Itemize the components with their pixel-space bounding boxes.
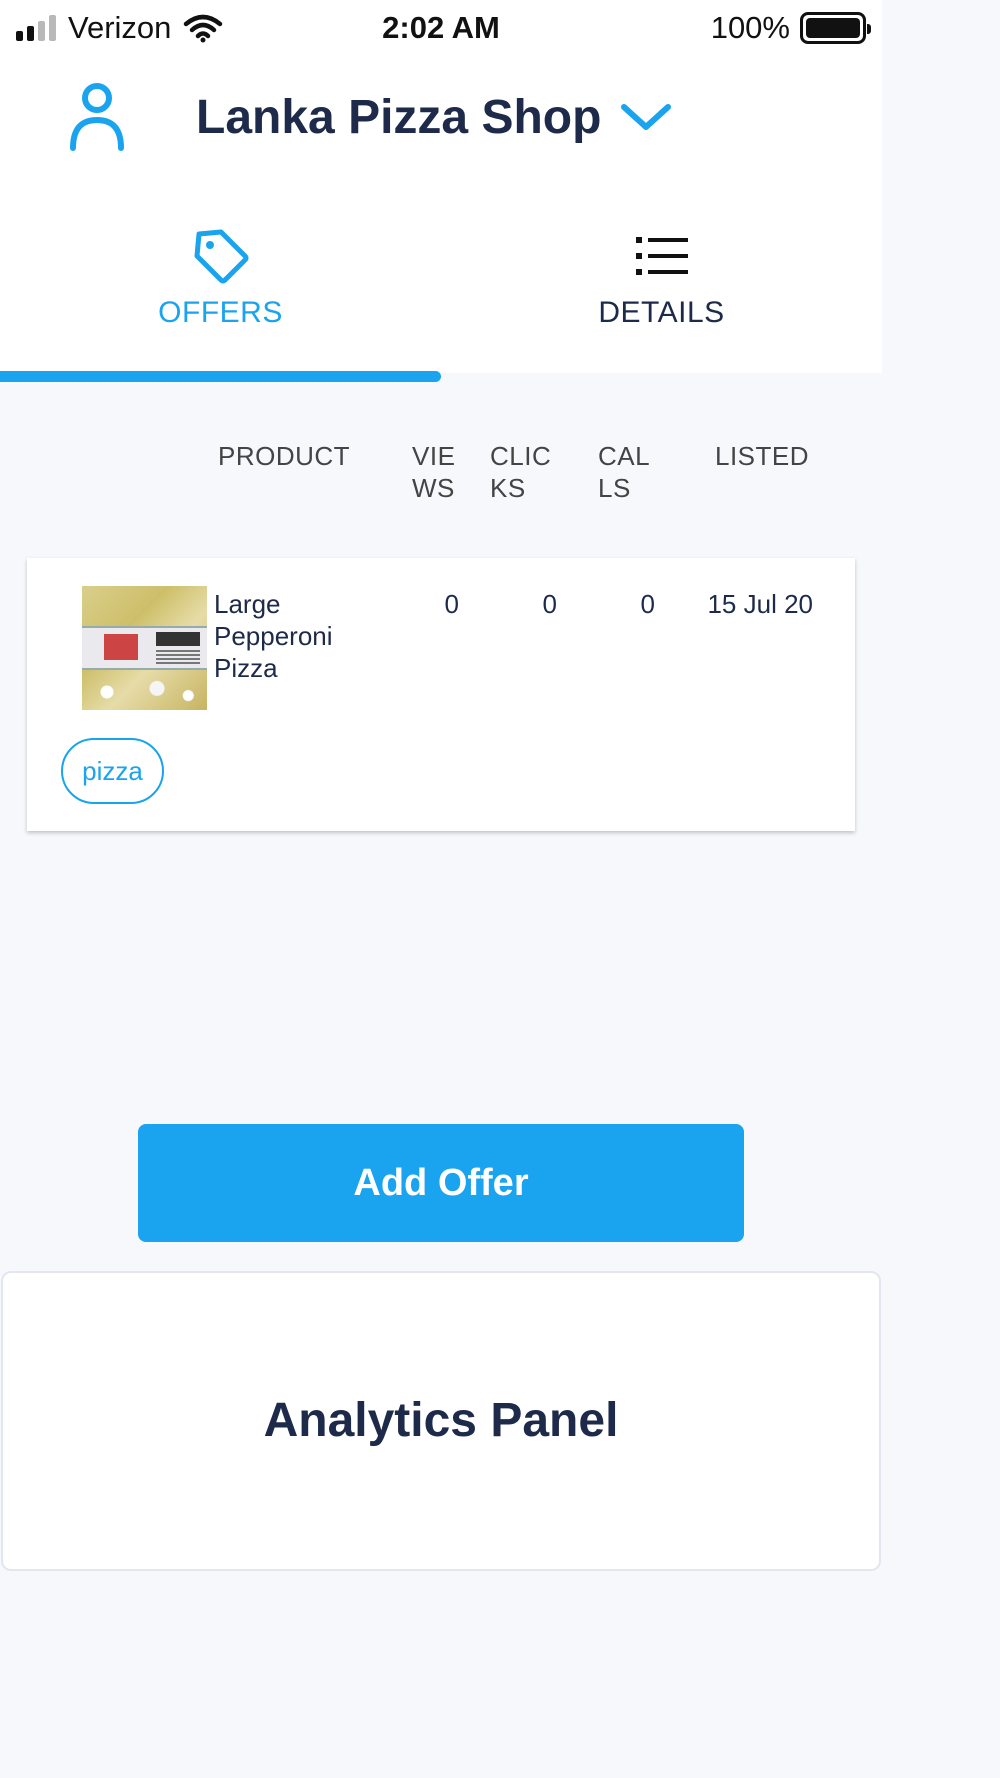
chevron-down-icon[interactable] [620, 102, 672, 132]
column-header-product: PRODUCT [218, 441, 351, 471]
views-count: 0 [444, 589, 459, 619]
battery-percent: 100% [710, 10, 790, 45]
battery-icon [800, 12, 871, 44]
column-header-calls: CAL LS [598, 441, 650, 503]
tag-chip[interactable]: pizza [61, 738, 164, 804]
tag-icon [194, 229, 248, 284]
product-name: Large Pepperoni Pizza [214, 589, 333, 683]
calls-count: 0 [640, 589, 655, 619]
tab-bar: OFFERS DETAILS [0, 178, 882, 373]
tab-offers[interactable]: OFFERS [0, 178, 441, 368]
offer-row-card[interactable]: Large Pepperoni Pizza 0 0 0 15 Jul 20 pi… [27, 558, 855, 831]
column-header-views: VIE WS [412, 441, 456, 503]
app-screen: Verizon 2:02 AM 100% Lanka Pizza Shop OF… [0, 0, 882, 1778]
shop-title[interactable]: Lanka Pizza Shop [196, 90, 601, 145]
thumbnail-package-label [82, 626, 207, 670]
thumbnail-cheese [82, 674, 207, 710]
list-icon [635, 237, 688, 275]
app-header: Lanka Pizza Shop [0, 60, 882, 178]
active-tab-indicator [0, 371, 441, 382]
user-icon[interactable] [68, 82, 126, 152]
tab-details-label: DETAILS [598, 296, 725, 329]
analytics-panel: Analytics Panel [1, 1271, 881, 1571]
battery-level [806, 18, 860, 38]
clicks-count: 0 [542, 589, 557, 619]
status-right: 100% [710, 8, 871, 48]
thumbnail-banner [156, 632, 200, 646]
tab-details[interactable]: DETAILS [441, 178, 882, 368]
product-thumbnail [82, 586, 207, 710]
listed-date: 15 Jul 20 [707, 589, 813, 619]
thumbnail-text-lines [156, 650, 200, 664]
add-offer-button[interactable]: Add Offer [138, 1124, 744, 1242]
status-bar: Verizon 2:02 AM 100% [0, 0, 882, 60]
thumbnail-logo [104, 634, 138, 660]
analytics-panel-title: Analytics Panel [263, 1394, 619, 1447]
column-header-listed: LISTED [715, 441, 810, 471]
column-header-clicks: CLIC KS [490, 441, 552, 503]
tab-offers-label: OFFERS [158, 296, 283, 329]
